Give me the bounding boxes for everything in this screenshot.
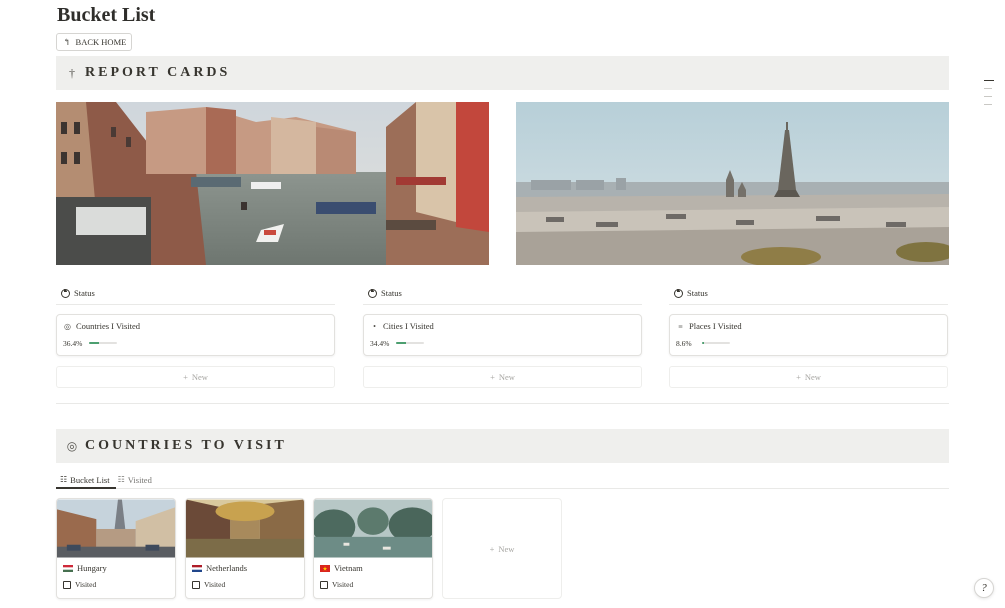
progress-bar [89,342,117,344]
paris-photo [516,102,949,265]
new-item-button[interactable]: + New [363,366,642,388]
countries-to-visit-heading: ◎ COUNTRIES TO VISIT [56,429,949,463]
visited-checkbox[interactable]: Visited [320,580,353,589]
hungary-flag-icon [63,564,73,572]
progress-bar [396,342,424,344]
progress-percent: 8.6% [676,339,692,348]
checkbox-icon [192,580,200,589]
globe-icon: ◎ [64,321,71,331]
checkbox-label: Visited [204,580,226,589]
new-label: New [804,372,821,382]
tab-visited[interactable]: ☷ Visited [114,471,156,488]
netherlands-photo [186,499,304,558]
gallery-card-netherlands[interactable]: Netherlands Visited [185,498,305,599]
progress-percent: 36.4% [63,339,83,348]
visited-checkbox[interactable]: Visited [63,580,96,589]
plus-icon: + [183,372,188,382]
map-pin-icon: • [373,321,376,331]
new-label: New [498,372,515,382]
gallery-icon: ☷ [60,475,68,484]
gallery-icon: ☷ [117,475,125,484]
report-cards-title: REPORT CARDS [85,65,231,80]
country-name: Hungary [77,563,107,573]
gallery-card-hungary[interactable]: Hungary Visited [56,498,176,599]
back-home-button[interactable]: ↰ BACK HOME [56,33,132,51]
status-label: Status [687,288,708,298]
pin-icon: † [69,65,75,80]
visited-checkbox[interactable]: Visited [192,580,225,589]
plus-icon: + [490,372,495,382]
status-icon [61,288,70,298]
landmark-icon: ≡ [678,321,683,331]
netherlands-flag-icon [192,564,202,572]
status-header-1: Status [61,288,95,298]
status-label: Status [74,288,95,298]
active-tab-indicator [56,487,116,489]
gallery-card-vietnam[interactable]: Vietnam Visited [313,498,433,599]
page-title: Bucket List [57,4,156,26]
plus-icon: + [489,543,495,554]
view-tabs: ☷ Bucket List ☷ Visited [56,471,156,488]
hungary-photo [57,499,175,558]
new-label: New [191,372,208,382]
countries-visited-card[interactable]: ◎ Countries I Visited 36.4% [56,314,335,356]
tab-label: Visited [127,474,152,485]
status-icon [368,288,377,298]
back-arrow-icon: ↰ [63,36,71,47]
progress-percent: 34.4% [370,339,390,348]
help-icon: ? [981,582,987,594]
back-home-label: BACK HOME [75,37,127,47]
checkbox-label: Visited [332,580,354,589]
help-button[interactable]: ? [974,578,994,598]
report-cards-heading: † REPORT CARDS [56,56,949,90]
card-title: Countries I Visited [76,321,141,331]
tab-label: Bucket List [70,474,110,485]
status-label: Status [381,288,402,298]
vietnam-photo [314,499,432,558]
country-name: Vietnam [334,563,363,573]
status-header-2: Status [368,288,402,298]
new-label: New [498,543,515,554]
country-name: Netherlands [206,563,248,573]
checkbox-icon [63,580,71,589]
plus-icon: + [796,372,801,382]
new-item-button[interactable]: + New [669,366,948,388]
vietnam-flag-icon [320,564,330,572]
places-visited-card[interactable]: ≡ Places I Visited 8.6% [669,314,948,356]
countries-to-visit-title: COUNTRIES TO VISIT [85,438,287,453]
table-of-contents[interactable] [984,80,994,112]
gallery-new-button[interactable]: + New [442,498,562,599]
checkbox-label: Visited [75,580,97,589]
status-header-3: Status [674,288,708,298]
status-icon [674,288,683,298]
tab-bucket-list[interactable]: ☷ Bucket List [56,471,114,488]
checkbox-icon [320,580,328,589]
new-item-button[interactable]: + New [56,366,335,388]
card-title: Cities I Visited [383,321,434,331]
venice-photo [56,102,489,265]
globe-icon: ◎ [66,438,78,453]
cities-visited-card[interactable]: • Cities I Visited 34.4% [363,314,642,356]
section-divider [56,403,949,404]
card-title: Places I Visited [689,321,742,331]
progress-bar [702,342,730,344]
